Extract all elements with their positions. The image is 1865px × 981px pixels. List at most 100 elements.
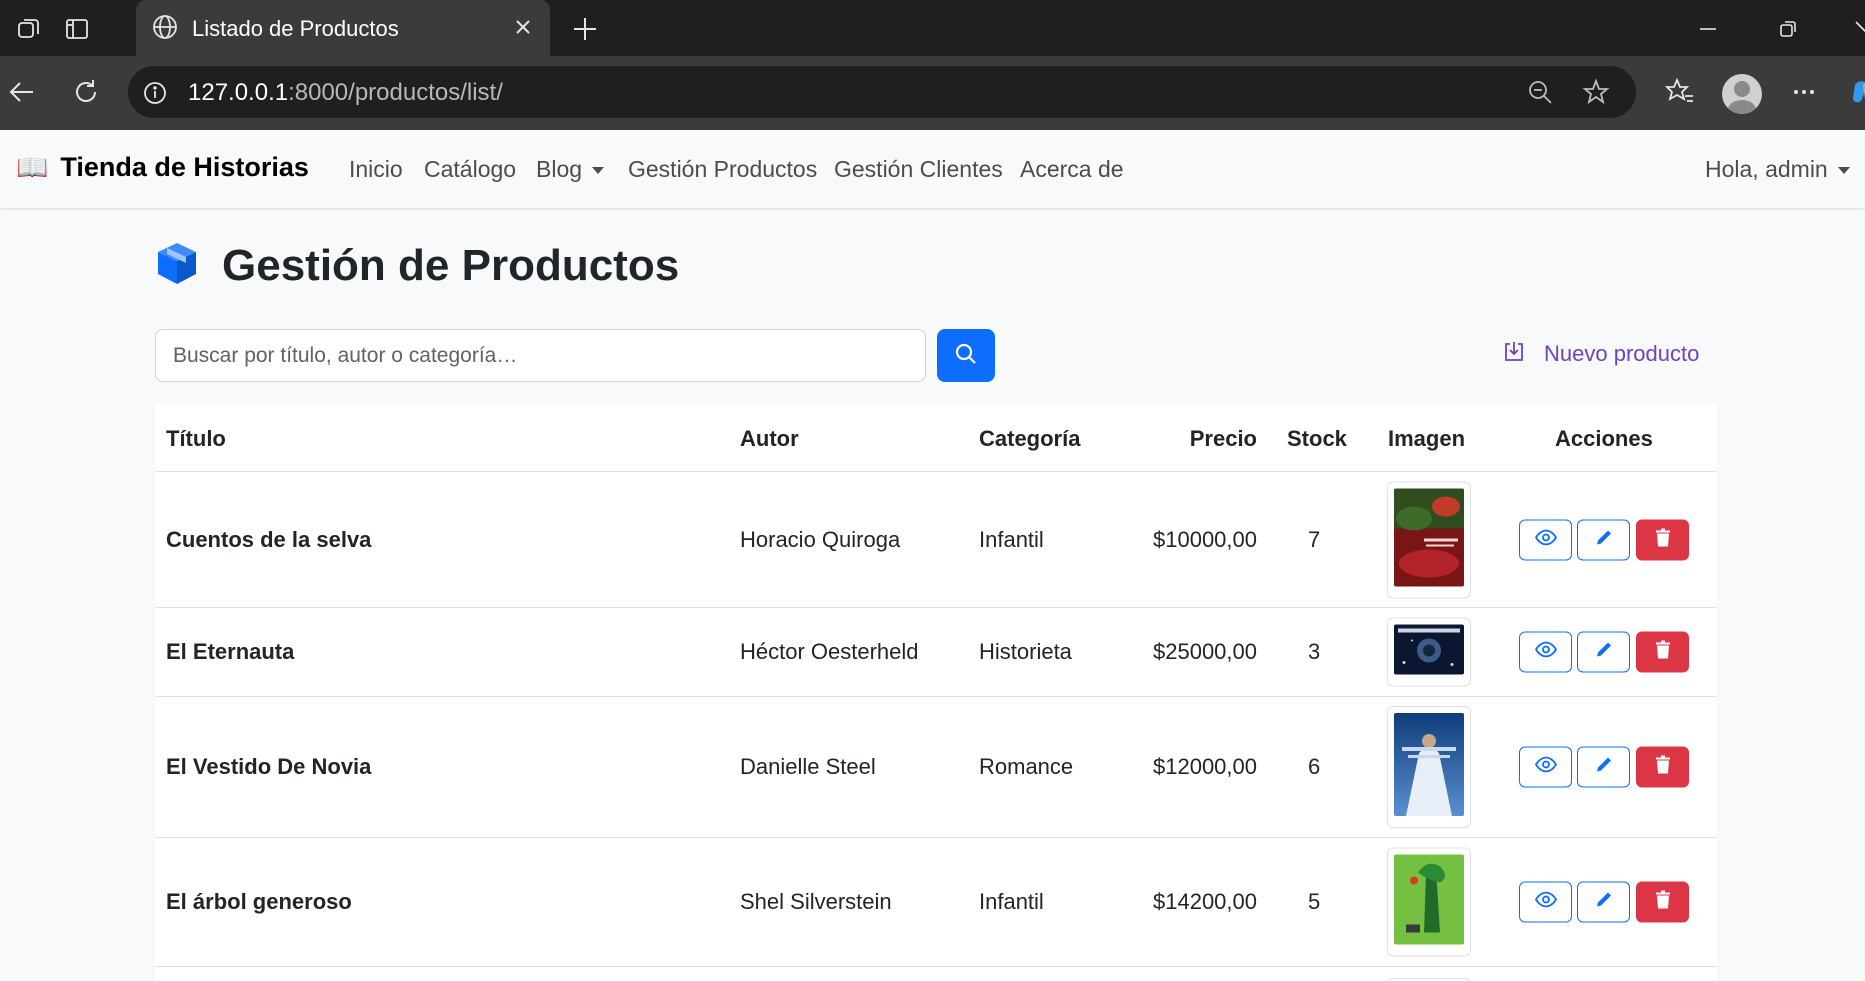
view-button[interactable]	[1519, 881, 1572, 923]
view-button[interactable]	[1519, 519, 1572, 561]
new-tab-icon[interactable]	[568, 12, 602, 46]
browser-tab-bar: Listado de Productos	[0, 0, 1865, 56]
trash-icon	[1654, 890, 1672, 915]
url-field[interactable]: 127.0.0.1:8000/productos/list/	[128, 66, 1636, 118]
pencil-icon	[1594, 640, 1614, 665]
cell-author: Danielle Steel	[740, 754, 876, 779]
cell-title: El árbol generoso	[166, 889, 352, 914]
box-icon	[154, 240, 200, 291]
table-row: Cuentos de la selva Horacio Quiroga Infa…	[155, 472, 1717, 608]
nav-gestion-productos[interactable]: Gestión Productos	[628, 156, 817, 183]
table-row: El Vestido De Novia Danielle Steel Roman…	[155, 697, 1717, 838]
profile-avatar[interactable]	[1722, 74, 1762, 114]
nav-blog-dropdown[interactable]: Blog	[536, 156, 605, 183]
trash-icon	[1654, 528, 1672, 553]
search-icon	[954, 342, 978, 369]
cell-price: $12000,00	[1153, 754, 1257, 779]
cell-price: $10000,00	[1153, 527, 1257, 552]
favorites-icon[interactable]	[1662, 74, 1698, 110]
header-autor: Autor	[740, 426, 799, 451]
search-input[interactable]	[155, 329, 926, 382]
globe-icon	[150, 12, 180, 47]
nav-acerca-de[interactable]: Acerca de	[1020, 156, 1124, 183]
new-product-label: Nuevo producto	[1544, 341, 1700, 366]
edit-button[interactable]	[1577, 519, 1630, 561]
cell-category: Romance	[979, 754, 1074, 779]
edit-button[interactable]	[1577, 881, 1630, 923]
search-button[interactable]	[937, 329, 995, 382]
cell-category: Infantil	[979, 527, 1044, 552]
book-cover-thumbnail	[1387, 617, 1471, 687]
cell-stock: 5	[1308, 889, 1321, 914]
chevron-down-icon	[1837, 167, 1850, 175]
nav-gestion-clientes[interactable]: Gestión Clientes	[834, 156, 1003, 183]
table-row: El Eternauta Héctor Oesterheld Historiet…	[155, 608, 1717, 697]
browser-address-bar: 127.0.0.1:8000/productos/list/	[0, 56, 1865, 130]
cell-category: Infantil	[979, 889, 1044, 914]
products-table: Título Autor Categoría Precio Stock Imag…	[155, 404, 1717, 981]
reload-icon[interactable]	[68, 74, 104, 110]
back-arrow-icon[interactable]	[4, 74, 40, 110]
restore-icon[interactable]	[1770, 12, 1806, 46]
delete-button[interactable]	[1636, 519, 1689, 561]
nav-inicio[interactable]: Inicio	[349, 156, 403, 183]
view-button[interactable]	[1519, 631, 1572, 673]
zoom-out-icon[interactable]	[1526, 78, 1554, 111]
brand-name: Tienda de Historias	[60, 152, 309, 182]
page-header: Gestión de Productos	[154, 240, 679, 291]
cell-stock: 7	[1308, 527, 1321, 552]
browser-tab-active[interactable]: Listado de Productos	[136, 0, 550, 56]
header-titulo: Título	[166, 426, 226, 451]
new-product-link[interactable]: Nuevo producto	[1504, 340, 1699, 368]
user-menu-dropdown[interactable]: Hola, admin	[1705, 156, 1850, 183]
trash-icon	[1654, 755, 1672, 780]
close-tab-icon[interactable]	[510, 14, 536, 45]
close-window-icon[interactable]	[1845, 12, 1865, 46]
download-icon	[1504, 340, 1524, 368]
cell-stock: 3	[1308, 639, 1321, 664]
delete-button[interactable]	[1636, 881, 1689, 923]
cell-title: Cuentos de la selva	[166, 527, 372, 552]
cell-author: Héctor Oesterheld	[740, 639, 919, 664]
nav-blog-label: Blog	[536, 156, 583, 182]
cell-author: Shel Silverstein	[740, 889, 892, 914]
header-categoria: Categoría	[979, 426, 1081, 451]
cell-category: Historieta	[979, 639, 1072, 664]
delete-button[interactable]	[1636, 631, 1689, 673]
book-cover-thumbnail	[1387, 847, 1471, 957]
page-title: Gestión de Productos	[222, 240, 680, 290]
workspaces-icon[interactable]	[12, 12, 46, 46]
book-cover-thumbnail	[1387, 481, 1471, 599]
eye-icon	[1534, 756, 1557, 778]
eye-icon	[1534, 529, 1557, 551]
delete-button[interactable]	[1636, 746, 1689, 788]
eye-icon	[1534, 891, 1557, 913]
url-text: 127.0.0.1:8000/productos/list/	[188, 79, 503, 106]
open-book-icon: 📖	[16, 152, 49, 182]
book-cover-thumbnail	[1387, 706, 1471, 828]
cell-author: Horacio Quiroga	[740, 527, 901, 552]
cell-price: $14200,00	[1153, 889, 1257, 914]
more-menu-icon[interactable]	[1786, 74, 1822, 110]
view-button[interactable]	[1519, 746, 1572, 788]
edit-button[interactable]	[1577, 631, 1630, 673]
table-row: El árbol generoso Shel Silverstein Infan…	[155, 838, 1717, 967]
eye-icon	[1534, 641, 1557, 663]
favorite-star-icon[interactable]	[1582, 78, 1610, 111]
cell-price: $25000,00	[1153, 639, 1257, 664]
brand-link[interactable]: 📖 Tienda de Historias	[16, 152, 309, 183]
nav-catalogo[interactable]: Catálogo	[424, 156, 516, 183]
cell-title: El Vestido De Novia	[166, 754, 372, 779]
header-imagen: Imagen	[1388, 426, 1466, 451]
pencil-icon	[1594, 755, 1614, 780]
edit-button[interactable]	[1577, 746, 1630, 788]
trash-icon	[1654, 640, 1672, 665]
pencil-icon	[1594, 890, 1614, 915]
minimize-icon[interactable]	[1690, 12, 1726, 46]
copilot-icon[interactable]	[1846, 74, 1865, 110]
site-navbar: 📖 Tienda de Historias Inicio Catálogo Bl…	[0, 130, 1865, 209]
site-info-icon[interactable]	[142, 80, 168, 111]
cell-title: El Eternauta	[166, 639, 295, 664]
tab-actions-icon[interactable]	[60, 12, 94, 46]
chevron-down-icon	[592, 167, 605, 175]
